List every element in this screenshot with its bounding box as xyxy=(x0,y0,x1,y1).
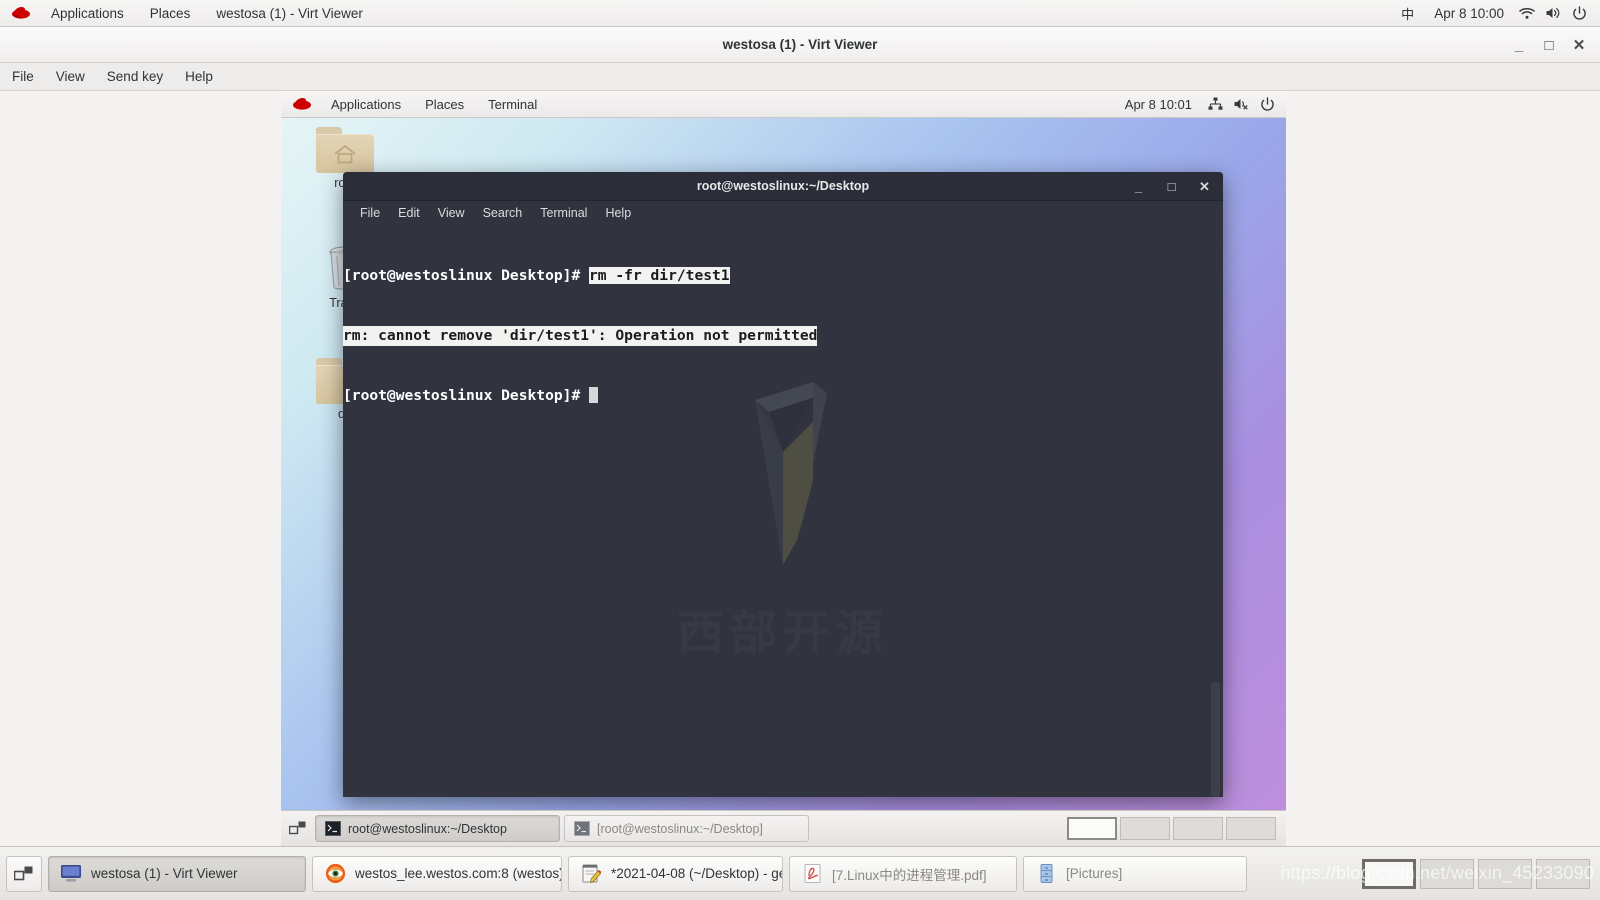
virt-viewer-title: westosa (1) - Virt Viewer xyxy=(722,37,878,52)
minimize-button[interactable]: _ xyxy=(1504,27,1534,63)
terminal-menu-terminal[interactable]: Terminal xyxy=(531,201,596,226)
vm-workspace-2[interactable] xyxy=(1120,817,1170,840)
pdf-icon xyxy=(801,863,823,884)
vm-taskbar: root@westoslinux:~/Desktop [root@westosl… xyxy=(281,810,1286,846)
host-active-window-title[interactable]: westosa (1) - Virt Viewer xyxy=(203,0,376,27)
wifi-icon[interactable] xyxy=(1514,0,1540,27)
vm-top-panel: Applications Places Terminal Apr 8 10:01 xyxy=(281,91,1286,118)
terminal-line: rm: cannot remove 'dir/test1': Operation… xyxy=(343,326,1223,346)
vm-workspace-switcher[interactable] xyxy=(1067,817,1282,840)
terminal-scrollbar-thumb[interactable] xyxy=(1211,682,1220,797)
vm-terminal-menu[interactable]: Terminal xyxy=(476,91,549,118)
vm-workspace-1[interactable] xyxy=(1067,817,1117,840)
terminal-menu-file[interactable]: File xyxy=(351,201,389,226)
virt-viewer-menubar: File View Send key Help xyxy=(0,63,1600,91)
host-taskbar: westosa (1) - Virt Viewer westos_lee.wes… xyxy=(0,846,1600,900)
host-task-button-label: westosa (1) - Virt Viewer xyxy=(91,866,238,881)
host-workspace-3[interactable] xyxy=(1478,858,1532,889)
vm-task-button-terminal-1[interactable]: root@westoslinux:~/Desktop xyxy=(315,815,560,842)
virt-viewer-window-controls: _ □ ✕ xyxy=(1504,27,1594,63)
maximize-button[interactable]: □ xyxy=(1534,27,1564,63)
redhat-logo-icon xyxy=(10,5,32,21)
terminal-menu-search[interactable]: Search xyxy=(474,201,532,226)
terminal-minimize-button[interactable]: _ xyxy=(1122,172,1155,201)
menu-file[interactable]: File xyxy=(0,63,45,91)
host-workspace-switcher[interactable] xyxy=(1362,858,1594,889)
close-button[interactable]: ✕ xyxy=(1564,27,1594,63)
vm-redhat-logo-icon xyxy=(291,96,313,112)
host-task-button-label: westos_lee.westos.com:8 (westos)… xyxy=(355,866,562,881)
terminal-menu-view[interactable]: View xyxy=(429,201,474,226)
files-icon xyxy=(1035,863,1057,884)
terminal-close-button[interactable]: ✕ xyxy=(1188,172,1221,201)
terminal-line: [root@westoslinux Desktop]# rm -fr dir/t… xyxy=(343,266,1223,286)
menu-send-key[interactable]: Send key xyxy=(96,63,174,91)
ime-indicator[interactable]: 中 xyxy=(1391,4,1424,23)
volume-icon[interactable] xyxy=(1540,0,1566,27)
virt-viewer-titlebar: westosa (1) - Virt Viewer _ □ ✕ xyxy=(0,27,1600,63)
host-places-menu[interactable]: Places xyxy=(137,0,204,27)
host-task-button-gedit[interactable]: *2021-04-08 (~/Desktop) - gedit xyxy=(568,855,783,892)
terminal-menu-edit[interactable]: Edit xyxy=(389,201,429,226)
terminal-titlebar: root@westoslinux:~/Desktop _ □ ✕ xyxy=(343,172,1223,201)
host-applications-menu[interactable]: Applications xyxy=(38,0,137,27)
host-task-button-pictures[interactable]: [Pictures] xyxy=(1023,855,1247,892)
terminal-watermark-text: 西部开源 xyxy=(677,606,889,661)
menu-view[interactable]: View xyxy=(45,63,96,91)
terminal-prompt: [root@westoslinux Desktop]# xyxy=(343,387,590,404)
browser-icon xyxy=(324,863,346,884)
terminal-error-message: rm: cannot remove 'dir/test1': Operation… xyxy=(343,326,818,346)
display-icon xyxy=(60,863,82,884)
vm-workspace-4[interactable] xyxy=(1226,817,1276,840)
vm-clock[interactable]: Apr 8 10:01 xyxy=(1115,97,1202,112)
terminal-app-icon xyxy=(574,821,590,836)
terminal-window-controls: _ □ ✕ xyxy=(1122,172,1221,201)
terminal-maximize-button[interactable]: □ xyxy=(1155,172,1188,201)
menu-help[interactable]: Help xyxy=(174,63,224,91)
network-icon[interactable] xyxy=(1202,91,1228,118)
show-desktop-icon[interactable] xyxy=(285,815,311,843)
gedit-icon xyxy=(580,863,602,884)
vm-power-icon[interactable] xyxy=(1254,91,1280,118)
terminal-cursor xyxy=(589,387,599,403)
terminal-menubar: File Edit View Search Terminal Help xyxy=(343,201,1223,226)
host-task-button-browser[interactable]: westos_lee.westos.com:8 (westos)… xyxy=(312,855,562,892)
vm-task-button-label: [root@westoslinux:~/Desktop] xyxy=(597,821,763,836)
terminal-window[interactable]: root@westoslinux:~/Desktop _ □ ✕ File Ed… xyxy=(343,172,1223,797)
terminal-text: [root@westoslinux Desktop]# rm -fr dir/t… xyxy=(343,226,1223,446)
home-folder-icon xyxy=(316,127,374,173)
host-workspace-1[interactable] xyxy=(1362,858,1416,889)
host-workspace-4[interactable] xyxy=(1536,858,1590,889)
host-task-button-label: [Pictures] xyxy=(1066,866,1123,881)
host-show-desktop-icon[interactable] xyxy=(6,855,42,892)
vm-places-menu[interactable]: Places xyxy=(413,91,476,118)
host-task-button-label: *2021-04-08 (~/Desktop) - gedit xyxy=(611,866,783,881)
terminal-output-area[interactable]: 西部开源 [root@westoslinux Desktop]# rm -fr … xyxy=(343,226,1223,797)
terminal-app-icon xyxy=(325,821,341,836)
host-task-button-label: [7.Linux中的进程管理.pdf] xyxy=(832,867,987,883)
terminal-title: root@westoslinux:~/Desktop xyxy=(696,179,870,193)
vm-task-button-label: root@westoslinux:~/Desktop xyxy=(348,821,507,836)
host-clock[interactable]: Apr 8 10:00 xyxy=(1424,6,1514,21)
host-workspace-2[interactable] xyxy=(1420,858,1474,889)
host-top-panel: Applications Places westosa (1) - Virt V… xyxy=(0,0,1600,27)
volume-muted-icon[interactable] xyxy=(1228,91,1254,118)
terminal-line: [root@westoslinux Desktop]# xyxy=(343,386,1223,406)
host-task-button-pdf[interactable]: [7.Linux中的进程管理.pdf] xyxy=(789,855,1017,892)
host-task-button-virt-viewer[interactable]: westosa (1) - Virt Viewer xyxy=(48,855,306,892)
vm-workspace-3[interactable] xyxy=(1173,817,1223,840)
vm-applications-menu[interactable]: Applications xyxy=(319,91,413,118)
terminal-scrollbar[interactable] xyxy=(1211,226,1220,797)
vm-task-button-terminal-2[interactable]: [root@westoslinux:~/Desktop] xyxy=(564,815,809,842)
terminal-prompt: [root@westoslinux Desktop]# xyxy=(343,267,590,284)
vm-screen[interactable]: Applications Places Terminal Apr 8 10:01 xyxy=(281,91,1286,846)
power-icon[interactable] xyxy=(1566,0,1592,27)
terminal-menu-help[interactable]: Help xyxy=(596,201,640,226)
terminal-command: rm -fr dir/test1 xyxy=(589,267,730,284)
